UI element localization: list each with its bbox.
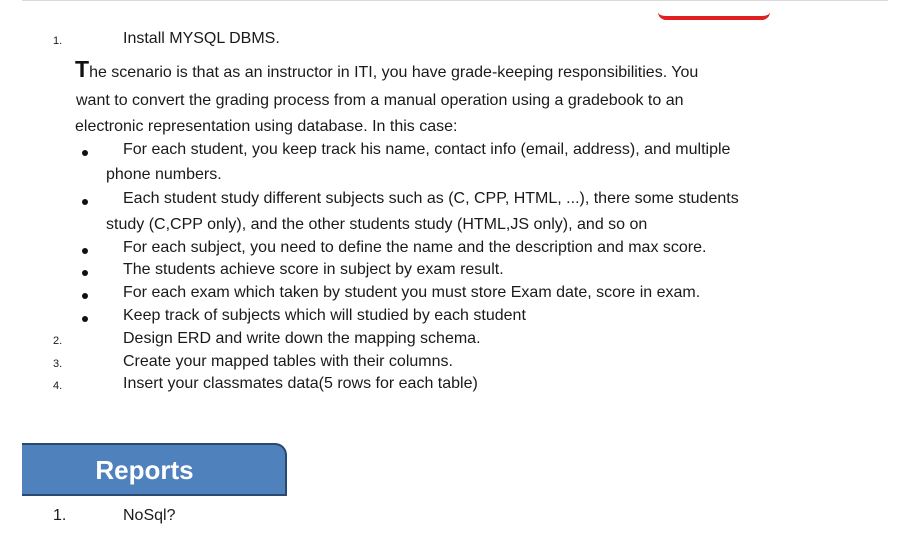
step-number: 1. bbox=[53, 35, 63, 47]
step-number: 4. bbox=[53, 380, 63, 392]
bullet-text: Each student study different subjects su… bbox=[123, 190, 739, 207]
bullet-dot bbox=[82, 316, 88, 322]
bullet-text: For each exam which taken by student you… bbox=[123, 284, 701, 301]
bullet-dot bbox=[82, 199, 88, 205]
scenario-text: he scenario is that as an instructor in … bbox=[89, 64, 699, 81]
bullet-text: phone numbers. bbox=[106, 166, 222, 183]
drop-cap: T bbox=[75, 56, 90, 82]
red-tab-decoration bbox=[658, 8, 770, 20]
step-text: Insert your classmates data(5 rows for e… bbox=[123, 375, 478, 392]
step-text: Design ERD and write down the mapping sc… bbox=[123, 330, 481, 347]
bullet-text: For each student, you keep track his nam… bbox=[123, 141, 731, 158]
bullet-dot bbox=[82, 293, 88, 299]
scenario-line: The scenario is that as an instructor in… bbox=[75, 56, 698, 83]
scenario-line: want to convert the grading process from… bbox=[76, 92, 684, 109]
bullet-dot bbox=[82, 150, 88, 156]
step-text: Create your mapped tables with their col… bbox=[123, 353, 453, 370]
step-number: 2. bbox=[53, 335, 63, 347]
bullet-dot bbox=[82, 248, 88, 254]
step-number: 3. bbox=[53, 358, 63, 370]
reports-item-text: NoSql? bbox=[123, 507, 176, 524]
bullet-text: study (C,CPP only), and the other studen… bbox=[106, 216, 648, 233]
reports-section-header: Reports bbox=[22, 443, 287, 496]
bullet-text: The students achieve score in subject by… bbox=[123, 261, 504, 278]
top-divider bbox=[22, 0, 888, 1]
scenario-line: electronic representation using database… bbox=[75, 118, 458, 135]
bullet-text: For each subject, you need to define the… bbox=[123, 239, 707, 256]
reports-title: Reports bbox=[95, 455, 194, 485]
bullet-text: Keep track of subjects which will studie… bbox=[123, 307, 526, 324]
step-text: Install MYSQL DBMS. bbox=[123, 30, 280, 47]
bullet-dot bbox=[82, 270, 88, 276]
reports-item-number: 1. bbox=[53, 507, 67, 524]
